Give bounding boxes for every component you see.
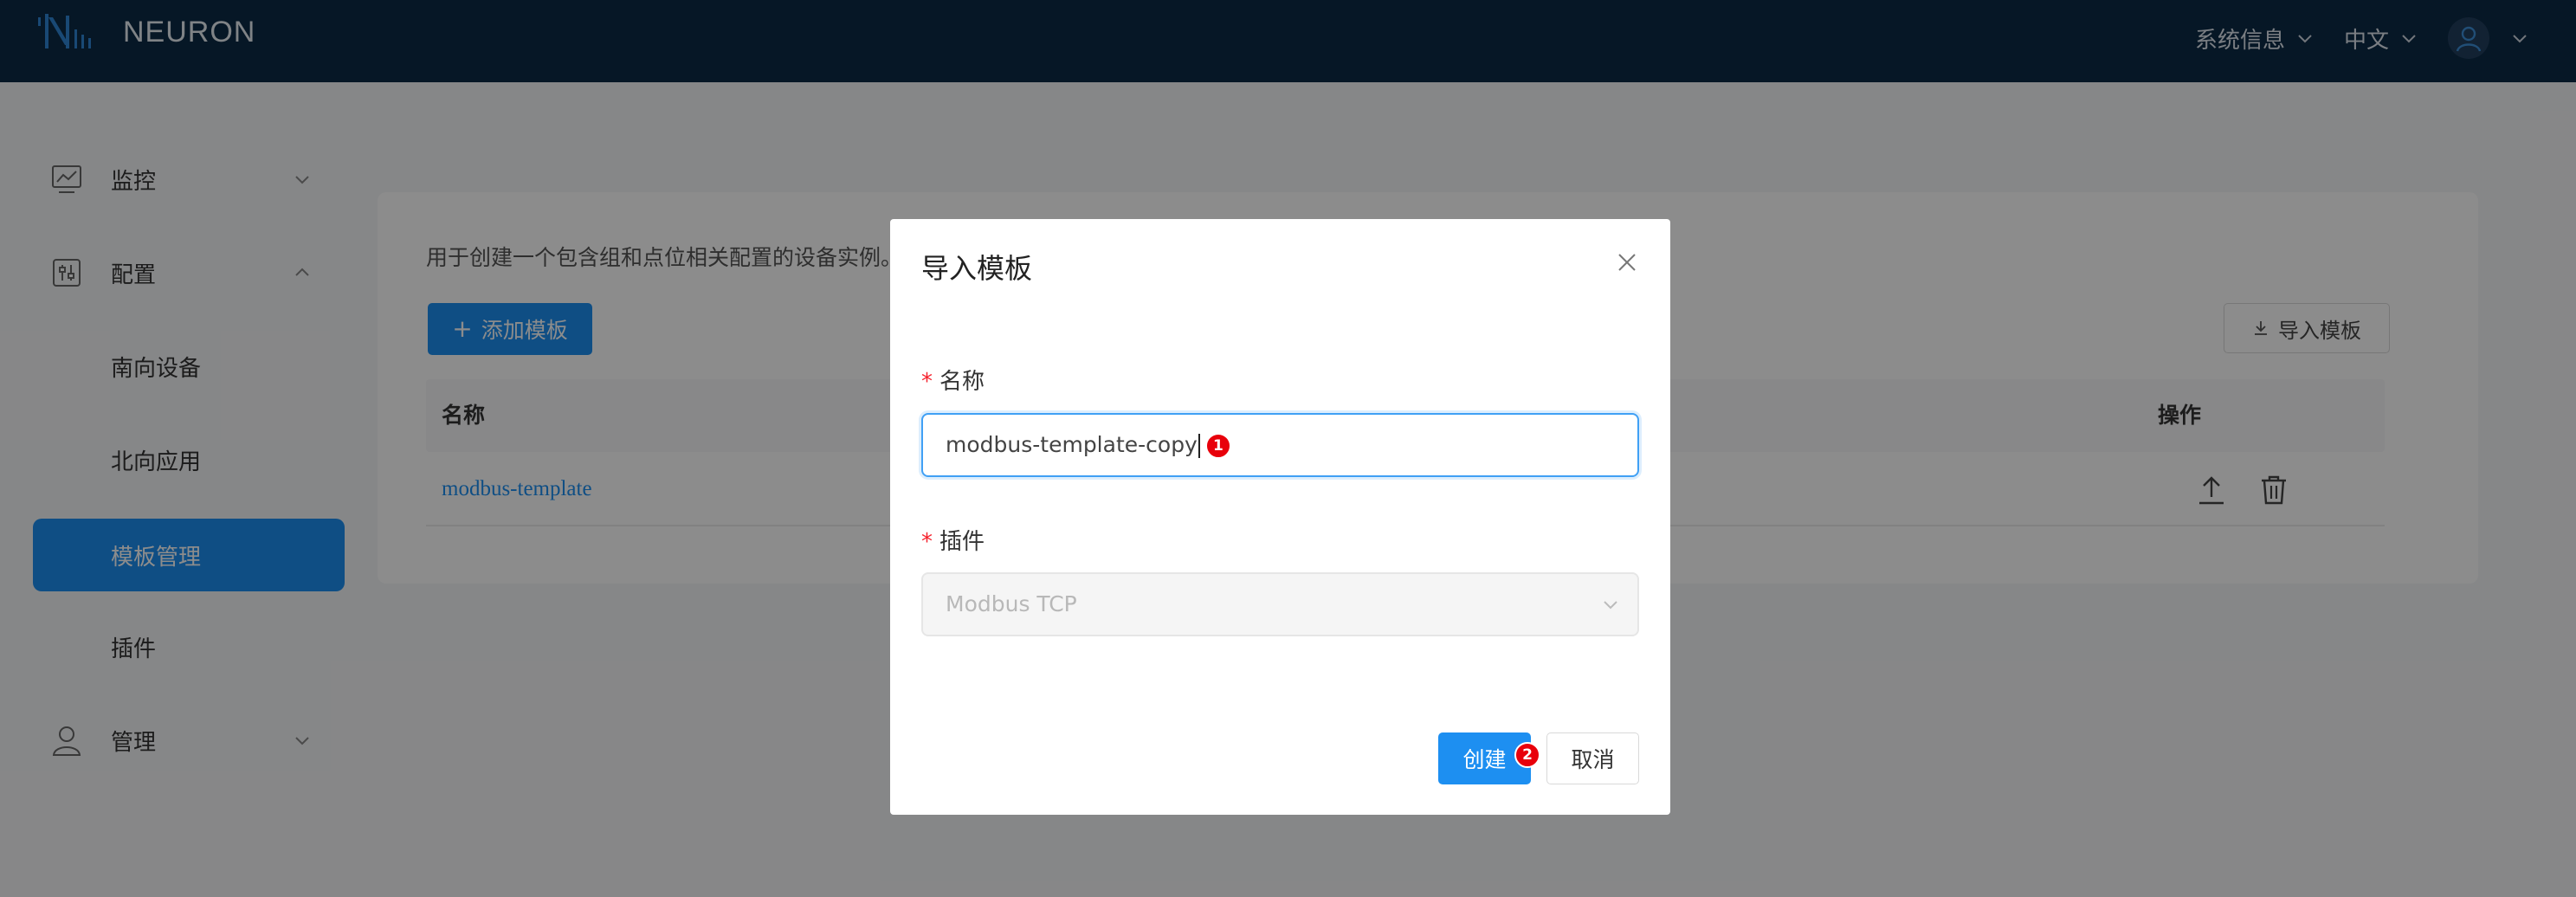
chevron-down-icon (1604, 601, 1617, 610)
step-badge-2: 2 (1514, 742, 1540, 768)
text-caret (1198, 434, 1200, 458)
plugin-field-label: * 插件 (921, 524, 985, 556)
name-input-text: modbus-template-copy (946, 432, 1198, 457)
plugin-select[interactable]: Modbus TCP (921, 572, 1639, 636)
name-field-label: * 名称 (921, 364, 985, 396)
required-marker: * (921, 529, 933, 555)
plugin-label-text: 插件 (939, 529, 985, 555)
close-icon[interactable] (1615, 250, 1639, 274)
dialog-title: 导入模板 (921, 252, 1033, 285)
import-template-dialog: 导入模板 * 名称 modbus-template-copy 1 * 插件 Modbu… (890, 219, 1670, 815)
required-marker: * (921, 369, 933, 395)
plugin-select-value: Modbus TCP (946, 591, 1077, 616)
step-badge-1: 1 (1204, 433, 1231, 459)
template-name-value: modbus-template-copy 1 (946, 415, 1231, 475)
name-label-text: 名称 (939, 369, 985, 395)
cancel-button[interactable]: 取消 (1546, 732, 1639, 784)
template-name-input[interactable]: modbus-template-copy 1 (921, 413, 1639, 477)
